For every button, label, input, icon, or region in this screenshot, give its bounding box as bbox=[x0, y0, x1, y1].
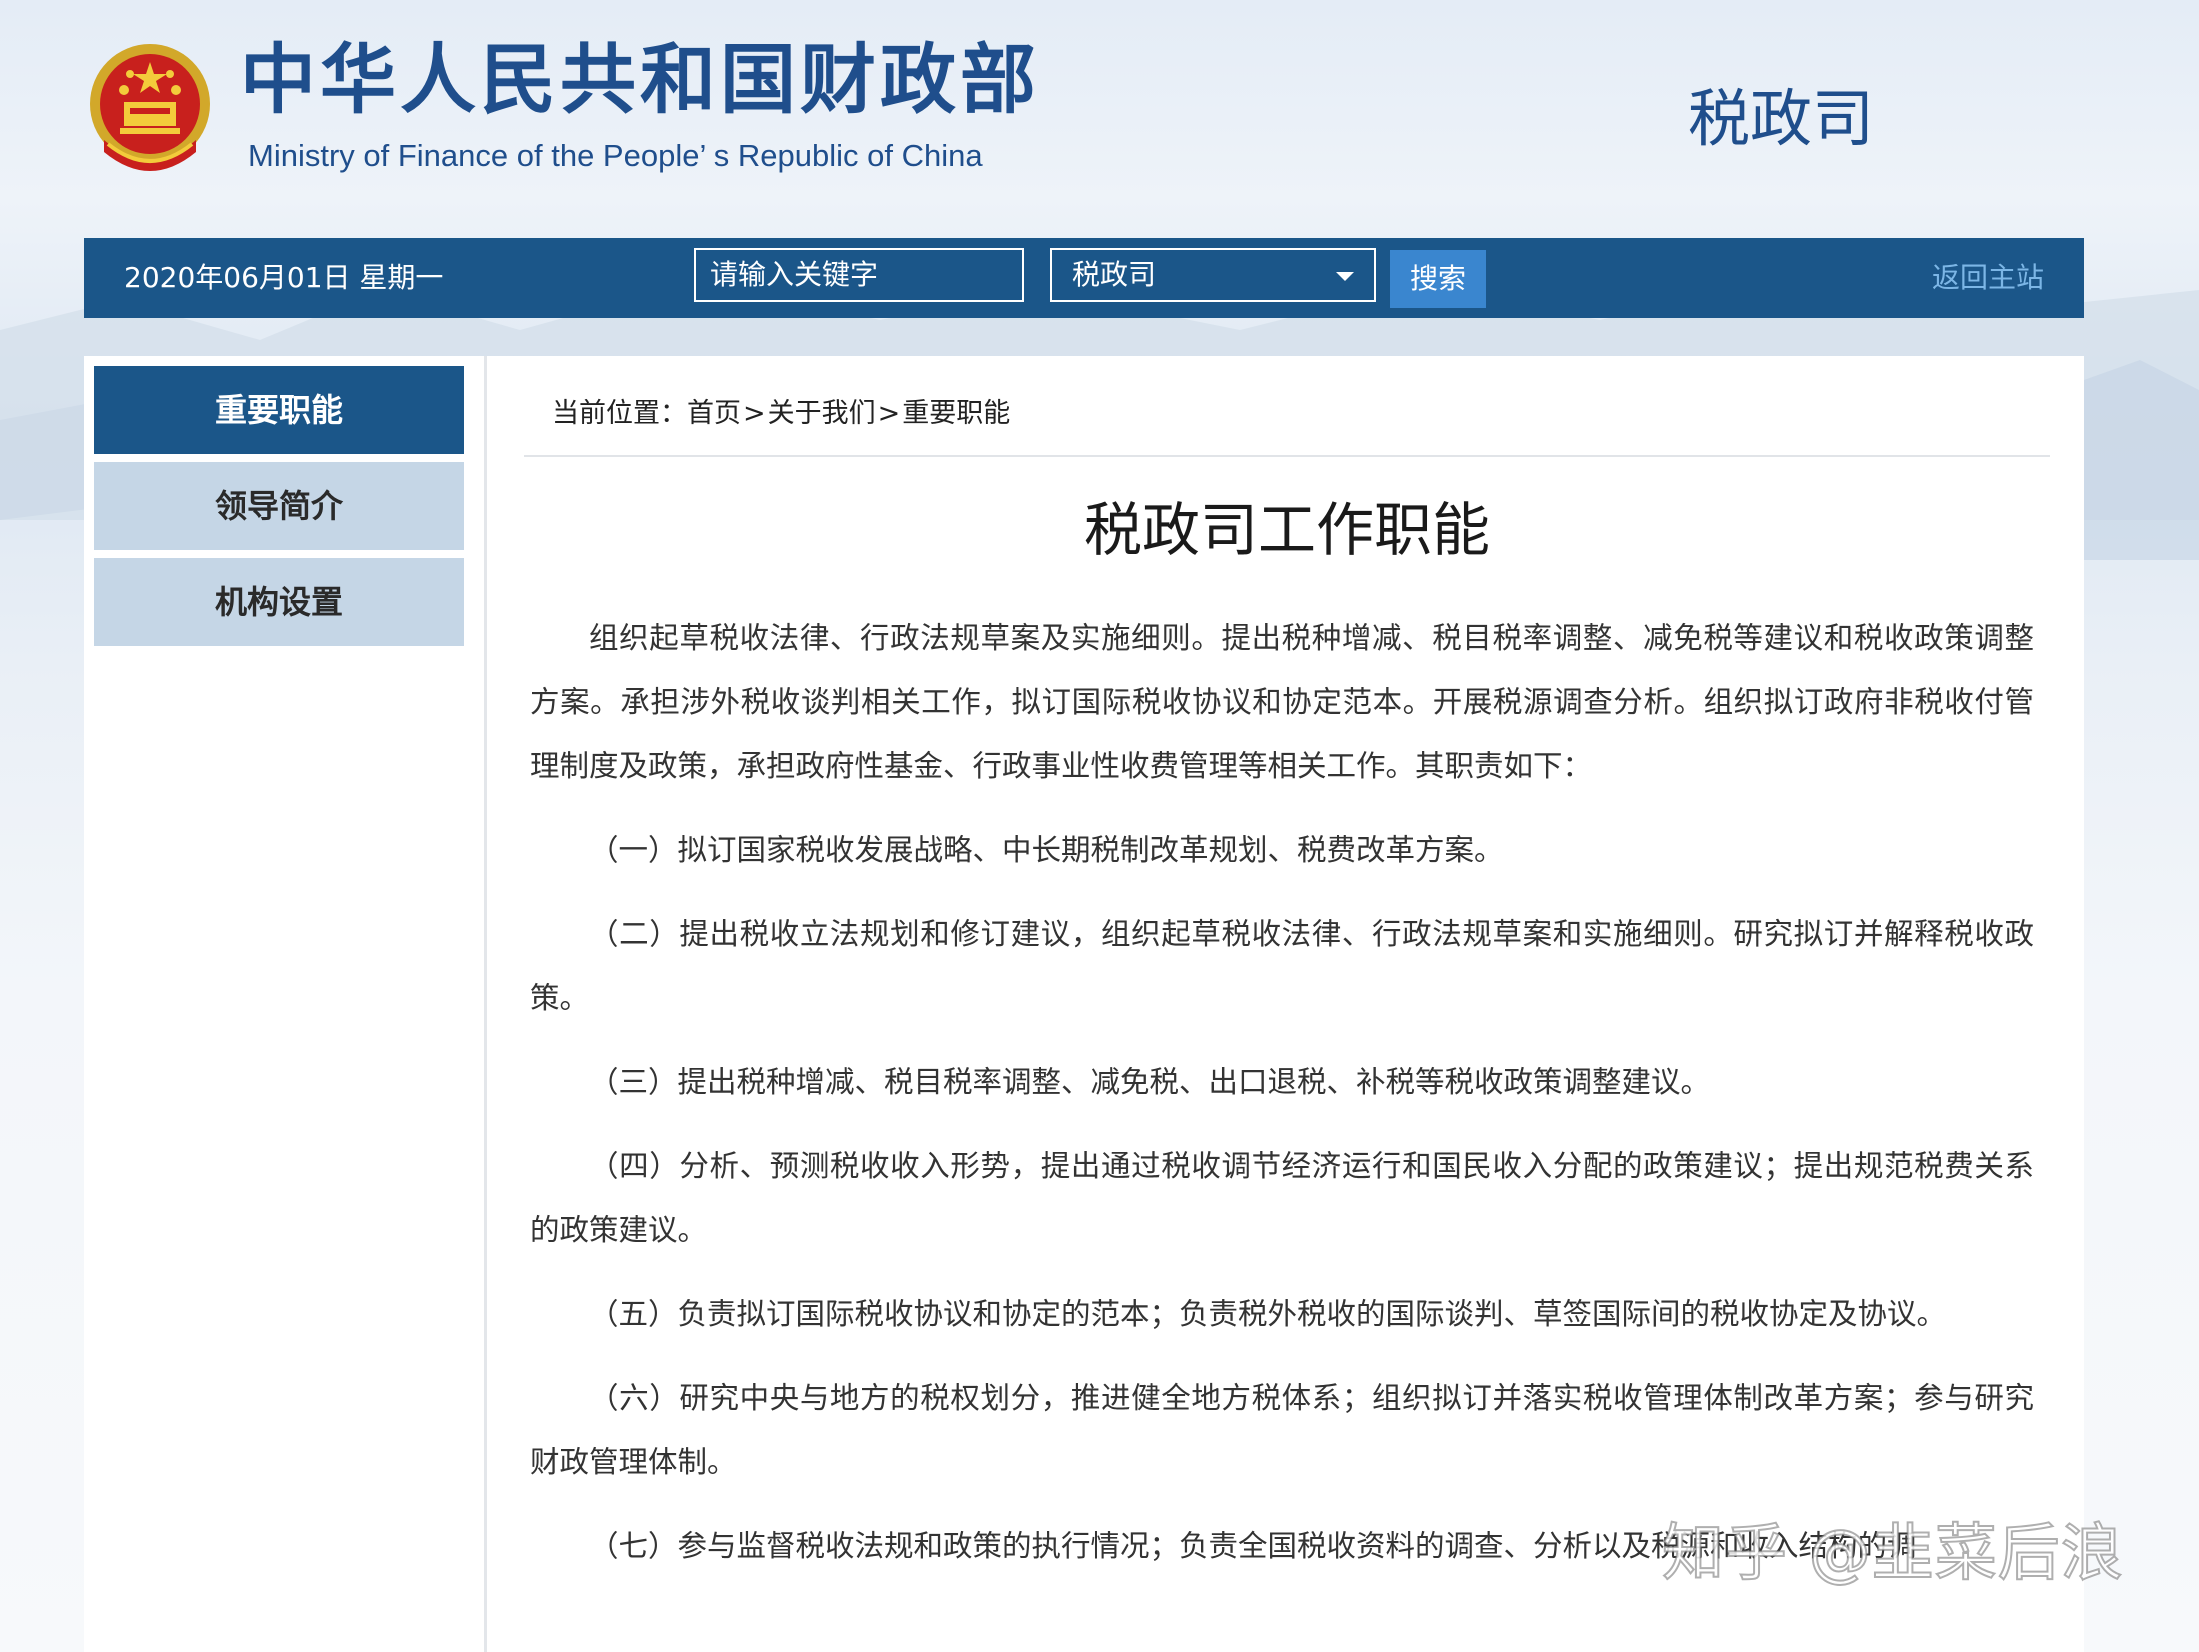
site-title-en: Ministry of Finance of the People’ s Rep… bbox=[248, 138, 983, 173]
content-panel: 重要职能 领导简介 机构设置 当前位置：首页>关于我们>重要职能 税政司工作职能… bbox=[84, 356, 2084, 1652]
article-title: 税政司工作职能 bbox=[1083, 496, 1490, 564]
sidebar-item-leadership[interactable]: 领导简介 bbox=[94, 462, 464, 550]
top-navbar: 2020年06月01日 星期一 请输入关键字 税政司 搜索 返回主站 bbox=[84, 238, 2084, 318]
sidebar-item-important-functions[interactable]: 重要职能 bbox=[94, 366, 464, 454]
duty-item: （六）研究中央与地方的税权划分，推进健全地方税体系；组织拟订并落实税收管理体制改… bbox=[530, 1381, 2034, 1479]
current-date: 2020年06月01日 星期一 bbox=[124, 261, 444, 294]
search-input[interactable]: 请输入关键字 bbox=[694, 248, 1024, 302]
breadcrumb-home[interactable]: 首页 bbox=[687, 398, 741, 429]
duty-item: （一）拟订国家税收发展战略、中长期税制改革规划、税费改革方案。 bbox=[589, 833, 1504, 867]
chevron-down-icon bbox=[1336, 272, 1354, 281]
search-button[interactable]: 搜索 bbox=[1390, 250, 1486, 308]
breadcrumb-separator: > bbox=[743, 398, 766, 429]
department-name: 税政司 bbox=[1688, 82, 1875, 155]
sidebar: 重要职能 领导简介 机构设置 bbox=[94, 366, 464, 654]
national-emblem-icon bbox=[90, 44, 210, 171]
breadcrumb-current[interactable]: 重要职能 bbox=[902, 398, 1010, 429]
site-title-cn: 中华人民共和国财政部 bbox=[240, 35, 1040, 124]
duty-item: （五）负责拟订国际税收协议和协定的范本；负责税外税收的国际谈判、草签国际间的税收… bbox=[589, 1297, 1947, 1331]
duty-item: （三）提出税种增减、税目税率调整、减免税、出口退税、补税等税收政策调整建议。 bbox=[589, 1065, 1711, 1099]
breadcrumb-divider bbox=[524, 455, 2050, 457]
sidebar-item-organization[interactable]: 机构设置 bbox=[94, 558, 464, 646]
breadcrumb-separator: > bbox=[877, 398, 901, 429]
breadcrumb-prefix: 当前位置： bbox=[552, 398, 687, 429]
duty-item: （四）分析、预测税收收入形势，提出通过税收调节经济运行和国民收入分配的政策建议；… bbox=[530, 1149, 2034, 1247]
zhihu-watermark: 知乎 @韭菜后浪 bbox=[1661, 1516, 2124, 1589]
breadcrumb-about[interactable]: 关于我们 bbox=[768, 398, 876, 429]
return-home-link[interactable]: 返回主站 bbox=[1932, 238, 2044, 318]
article-body: 组织起草税收法律、行政法规草案及实施细则。提出税种增减、税目税率调整、减免税等建… bbox=[530, 606, 2034, 1598]
duty-item: （二）提出税收立法规划和修订建议，组织起草税收法律、行政法规草案和实施细则。研究… bbox=[530, 917, 2034, 1015]
search-scope-select[interactable]: 税政司 bbox=[1050, 248, 1376, 302]
breadcrumb: 当前位置：首页>关于我们>重要职能 bbox=[552, 400, 1010, 427]
article-intro: 组织起草税收法律、行政法规草案及实施细则。提出税种增减、税目税率调整、减免税等建… bbox=[530, 621, 2034, 783]
sidebar-divider bbox=[484, 356, 487, 1652]
search-scope-value: 税政司 bbox=[1072, 258, 1157, 291]
